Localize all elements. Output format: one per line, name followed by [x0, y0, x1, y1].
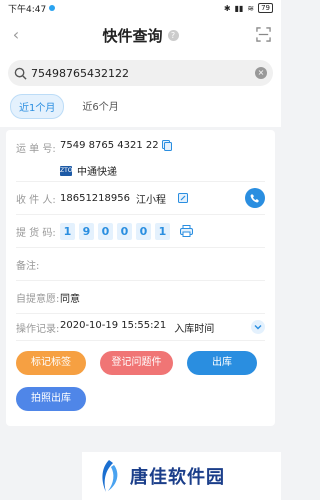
register-issue-button[interactable]: 登记问题件 [100, 351, 173, 375]
waybill-number: 7549 8765 4321 22 [60, 140, 159, 151]
help-icon[interactable]: ? [167, 29, 179, 41]
watermark: 唐佳软件园 [82, 452, 281, 500]
receiver-row: 收 件 人: 18651218956 江小程 [16, 182, 265, 215]
search-icon [14, 67, 27, 80]
log-action: 入库时间 [174, 323, 215, 335]
print-icon[interactable] [180, 225, 193, 237]
phone-icon [250, 194, 259, 203]
chevron-down-icon [254, 325, 262, 330]
receiver-label: 收 件 人: [16, 194, 56, 206]
courier-name: 中通快递 [77, 167, 117, 178]
pickup-code-digit: 1 [60, 222, 75, 240]
tab-1-month[interactable]: 近1个月 [10, 94, 65, 119]
action-buttons-2: 拍照出库 [16, 375, 265, 411]
watermark-logo-icon [102, 460, 118, 492]
pickup-code-digit: 0 [98, 222, 113, 240]
mark-label-button[interactable]: 标记标签 [16, 351, 86, 375]
watermark-text: 唐佳软件园 [130, 467, 225, 488]
notification-dot-icon [49, 5, 56, 11]
copy-icon[interactable] [161, 140, 172, 151]
receiver-phone: 18651218956 [60, 192, 130, 204]
status-bar: 下午4:47 ✱ ▮▮ ≋ 79 [0, 0, 281, 16]
courier: ZTO 中通快递 [60, 163, 265, 178]
receiver-name: 江小程 [136, 194, 166, 206]
tab-6-months[interactable]: 近6个月 [74, 94, 126, 119]
outbound-button[interactable]: 出库 [187, 351, 257, 375]
scan-icon[interactable] [256, 27, 271, 42]
clear-icon[interactable]: × [255, 67, 267, 79]
pickup-code-digit: 9 [79, 222, 94, 240]
pickup-code-digit: 0 [117, 222, 132, 240]
self-pick-label: 自提意愿: [16, 293, 60, 305]
log-time: 2020-10-19 15:55:21 [60, 319, 167, 331]
pickup-code-row: 提 货 码: 1 9 0 0 0 1 [16, 215, 265, 248]
battery-icon: 79 [258, 3, 273, 13]
search-input[interactable] [31, 66, 255, 80]
time-range-tabs: 近1个月 近6个月 [0, 92, 281, 127]
page-title: 快件查询 [102, 26, 163, 45]
operation-log-row: 操作记录: 2020-10-19 15:55:21 入库时间 [16, 314, 265, 341]
nav-bar: ‹ 快件查询 ? [0, 16, 281, 54]
pickup-code-label: 提 货 码: [16, 227, 56, 239]
self-pick-value: 同意 [60, 293, 80, 305]
courier-logo-icon: ZTO [60, 165, 73, 176]
pickup-code-digit: 1 [155, 222, 170, 240]
bluetooth-icon: ✱ [223, 3, 231, 13]
wifi-icon: ≋ [247, 3, 255, 13]
search-box[interactable]: × [8, 60, 273, 86]
call-button[interactable] [245, 188, 265, 208]
remark-label: 备注: [16, 260, 40, 272]
edit-icon[interactable] [178, 193, 188, 203]
self-pick-row: 自提意愿: 同意 [16, 281, 265, 314]
pickup-code-digit: 0 [136, 222, 151, 240]
search-bar: × [0, 54, 281, 92]
remark-row: 备注: [16, 248, 265, 281]
signal-icon: ▮▮ [234, 3, 244, 13]
expand-button[interactable] [251, 320, 265, 334]
action-buttons: 标记标签 登记问题件 出库 [16, 341, 265, 375]
log-label: 操作记录: [16, 323, 60, 335]
waybill-label: 运 单 号: [16, 144, 56, 155]
pickup-code: 1 9 0 0 0 1 [60, 222, 170, 240]
waybill-row: 运 单 号: 7549 8765 4321 22 ZTO 中通快递 [16, 130, 265, 182]
back-icon[interactable]: ‹ [8, 25, 24, 45]
parcel-detail-card: 运 单 号: 7549 8765 4321 22 ZTO 中通快递 收 件 人:… [6, 130, 275, 426]
status-time: 下午4:47 [8, 4, 47, 15]
photo-outbound-button[interactable]: 拍照出库 [16, 387, 86, 411]
